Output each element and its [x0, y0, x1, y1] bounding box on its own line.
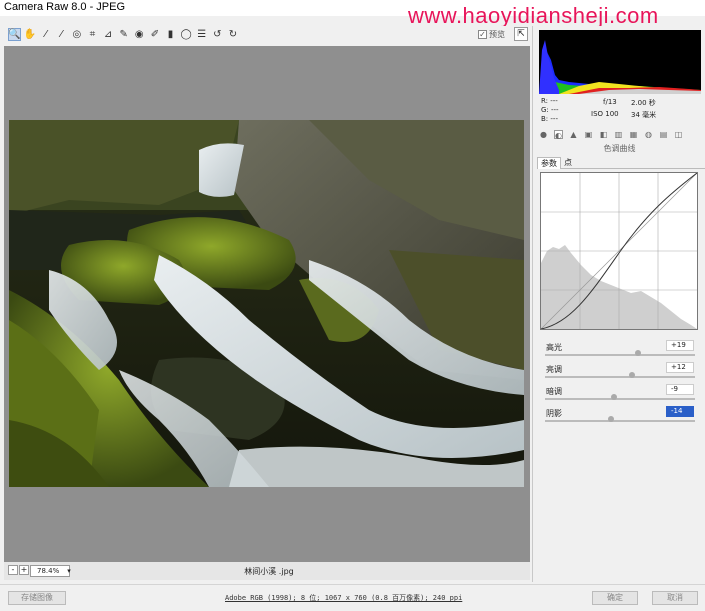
footer-bar: 存储图像 Adobe RGB (1998); 8 位; 1067 x 760 (…	[0, 584, 705, 611]
slider-row: 暗调 -9	[541, 384, 699, 406]
camera-calibration-icon[interactable]: ◍	[644, 130, 653, 139]
camera-raw-window: Camera Raw 8.0 - JPEG www.haoyidiansheji…	[0, 0, 705, 611]
hand-icon[interactable]: ✋	[24, 28, 37, 41]
zoom-dropdown-icon[interactable]: ▾	[64, 565, 74, 577]
tone-curve-svg	[540, 172, 698, 330]
histogram-graph	[539, 40, 701, 94]
crop-icon[interactable]: ⌗	[86, 28, 99, 41]
slider-thumb[interactable]	[611, 394, 617, 400]
zoom-out-button[interactable]: -	[8, 565, 18, 575]
slider-value-field[interactable]: -9	[666, 384, 694, 395]
straighten-icon[interactable]: ⊿	[102, 28, 115, 41]
slider-track[interactable]	[545, 398, 695, 400]
slider-thumb[interactable]	[608, 416, 614, 422]
snapshots-icon[interactable]: ◫	[674, 130, 683, 139]
slider-label: 亮调	[546, 365, 562, 374]
curve-sliders: 高光 +19 亮调 +12 暗调 -9 阴影 -14	[541, 340, 699, 428]
plus-icon: +	[20, 565, 28, 574]
radial-filter-icon[interactable]: ◯	[180, 28, 193, 41]
workflow-options-link[interactable]: Adobe RGB (1998); 8 位; 1067 x 760 (0.8 百…	[225, 593, 462, 603]
shutter-value: 2.00 秒	[631, 99, 656, 107]
basic-icon[interactable]: ●	[539, 130, 548, 139]
slider-row: 高光 +19	[541, 340, 699, 362]
minus-icon: -	[11, 565, 15, 574]
rgb-readout-0: R: ---	[541, 97, 558, 105]
spot-removal-icon[interactable]: ✎	[117, 28, 130, 41]
slider-value-field[interactable]: +19	[666, 340, 694, 351]
rotate-left-icon[interactable]: ↺	[211, 28, 224, 41]
tone-curve-graph[interactable]	[540, 172, 698, 330]
preview-label: 预览	[489, 30, 505, 39]
rotate-right-icon[interactable]: ↻	[226, 28, 239, 41]
presets-icon[interactable]: ▤	[659, 130, 668, 139]
zoom-in-button[interactable]: +	[19, 565, 29, 575]
window-title: Camera Raw 8.0 - JPEG	[4, 1, 126, 13]
slider-label: 高光	[546, 343, 562, 352]
split-toning-icon[interactable]: ◧	[599, 130, 608, 139]
color-sampler-icon[interactable]: ⁄	[55, 28, 68, 41]
rgb-readout-1: G: ---	[541, 106, 559, 114]
file-name: 林间小溪 .jpg	[244, 567, 294, 576]
detail-icon[interactable]: ▲	[569, 130, 578, 139]
preferences-icon[interactable]: ☰	[195, 28, 208, 41]
red-eye-icon[interactable]: ◉	[133, 28, 146, 41]
slider-track[interactable]	[545, 354, 695, 356]
slider-thumb[interactable]	[629, 372, 635, 378]
toolbar: ✓ 预览 ⇱ 🔍 ✋ ⁄ ⁄ ◎ ⌗ ⊿ ✎ ◉ ✐ ▮ ◯ ☰ ↺ ↻	[4, 26, 530, 44]
adjustment-panel: f/13 2.00 秒 ISO 100 34 毫米 R: --- G: --- B:…	[532, 26, 705, 582]
fullscreen-button[interactable]: ⇱	[514, 27, 528, 41]
hsl-icon[interactable]: ▣	[584, 130, 593, 139]
tone-curve-icon[interactable]: ◐	[554, 130, 563, 140]
slider-label: 阴影	[546, 409, 562, 418]
ok-button[interactable]: 确定	[592, 591, 638, 605]
tab-parametric[interactable]: 参数	[537, 157, 561, 169]
tab-point[interactable]: 点	[561, 157, 575, 169]
slider-label: 暗调	[546, 387, 562, 396]
focal-length-value: 34 毫米	[631, 111, 657, 119]
waterfall-photo-image	[9, 120, 524, 487]
preview-checkbox[interactable]: ✓ 预览	[478, 29, 505, 40]
save-image-button[interactable]: 存储图像	[8, 591, 66, 605]
aperture-value: f/13	[603, 98, 617, 106]
status-bar: - + 78.4% ▾ 林间小溪 .jpg	[4, 562, 530, 580]
slider-value-field[interactable]: -14	[666, 406, 694, 417]
panel-tabs: ● ◐ ▲ ▣ ◧ ▥ ▦ ◍ ▤ ◫	[533, 129, 705, 141]
graduated-filter-icon[interactable]: ▮	[164, 28, 177, 41]
slider-thumb[interactable]	[635, 350, 641, 356]
curve-subtabs: 参数 点	[537, 157, 705, 169]
zoom-icon[interactable]: 🔍	[8, 28, 21, 41]
white-balance-icon[interactable]: ⁄	[39, 28, 52, 41]
histogram	[539, 30, 701, 94]
targeted-adjustment-icon[interactable]: ◎	[70, 28, 83, 41]
cancel-button[interactable]: 取消	[652, 591, 698, 605]
camera-info: f/13 2.00 秒 ISO 100 34 毫米 R: --- G: --- B:…	[539, 96, 701, 124]
slider-track[interactable]	[545, 420, 695, 422]
slider-row: 亮调 +12	[541, 362, 699, 384]
slider-track[interactable]	[545, 376, 695, 378]
slider-value-field[interactable]: +12	[666, 362, 694, 373]
rgb-readout-2: B: ---	[541, 115, 558, 123]
panel-section-title: 色调曲线	[603, 144, 636, 153]
lens-icon[interactable]: ▥	[614, 130, 623, 139]
effects-icon[interactable]: ▦	[629, 130, 638, 139]
waterfall-photo	[9, 120, 524, 487]
slider-row: 阴影 -14	[541, 406, 699, 428]
adjustment-brush-icon[interactable]: ✐	[148, 28, 161, 41]
preview-canvas[interactable]	[4, 46, 530, 562]
iso-value: ISO 100	[591, 110, 619, 118]
preview-check-icon: ✓	[478, 30, 487, 39]
fullscreen-icon: ⇱	[517, 29, 525, 39]
